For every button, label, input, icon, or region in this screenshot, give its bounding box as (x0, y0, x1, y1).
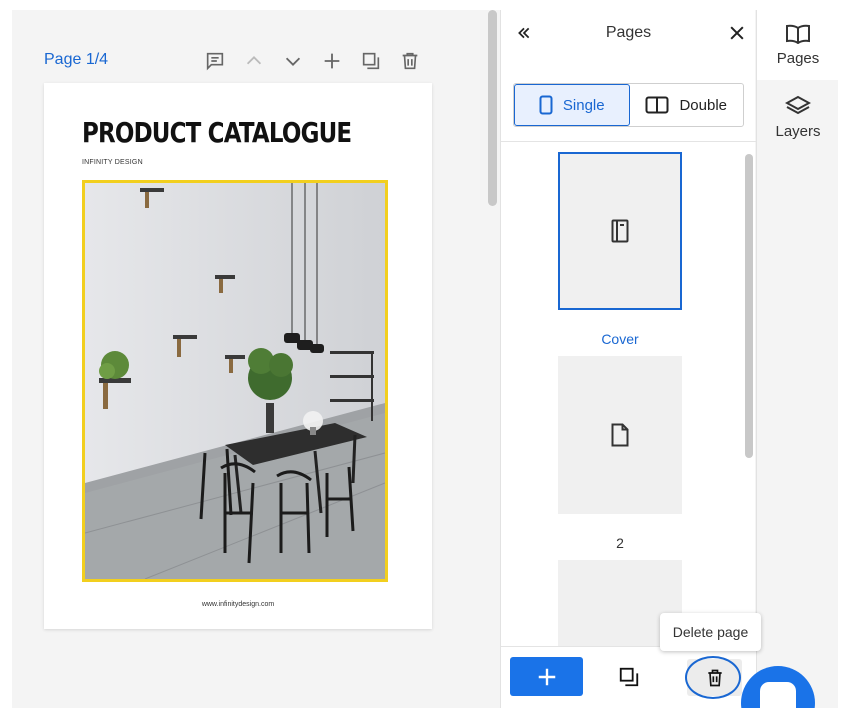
duplicate-page-button[interactable] (609, 659, 649, 695)
thumbnail-page-2[interactable] (558, 356, 682, 514)
double-view-option[interactable]: Double (630, 84, 744, 126)
page-thumbnails: Cover 2 (501, 142, 756, 646)
interior-photo (85, 183, 385, 579)
trash-icon (707, 669, 722, 686)
single-view-option[interactable]: Single (514, 84, 630, 126)
page-indicator: Page 1/4 (44, 51, 109, 68)
pages-panel: Pages Single Double Cover 2 (500, 10, 756, 708)
rail-item-pages[interactable]: Pages (757, 10, 838, 80)
chat-icon (760, 682, 796, 708)
app-window: Page 1/4 PRODUCT CATALOGUE INFINITY DESI… (12, 10, 838, 708)
plus-icon (324, 53, 339, 69)
right-rail: Pages Layers (756, 10, 838, 708)
catalogue-url[interactable]: www.infinitydesign.com (44, 601, 432, 608)
double-view-label: Double (679, 96, 728, 114)
rail-label-layers: Layers (775, 122, 821, 140)
trash-icon (402, 52, 417, 70)
move-page-down-button[interactable] (273, 46, 312, 76)
add-page-toolbar-button[interactable] (312, 46, 351, 76)
rail-label-pages: Pages (776, 49, 820, 67)
catalogue-title[interactable]: PRODUCT CATALOGUE (82, 116, 352, 149)
catalogue-photo[interactable] (82, 180, 388, 582)
page-toolbar (195, 46, 429, 76)
thumbnails-scrollbar[interactable] (745, 154, 753, 458)
delete-page-button[interactable] (687, 659, 742, 696)
thumbnail-cover[interactable] (558, 152, 682, 310)
panel-header: Pages (501, 10, 756, 56)
plus-icon (538, 668, 555, 685)
single-view-label: Single (562, 96, 605, 114)
thumbnail-label-cover: Cover (601, 331, 639, 347)
duplicate-icon (619, 667, 639, 687)
delete-page-toolbar-button[interactable] (390, 46, 429, 76)
view-mode-toggle: Single Double (513, 83, 744, 127)
book-open-icon (786, 24, 810, 44)
delete-page-tooltip: Delete page (660, 613, 761, 651)
chevron-down-icon (285, 57, 300, 66)
close-icon (730, 26, 744, 40)
page-icon (611, 423, 629, 447)
page-canvas[interactable]: PRODUCT CATALOGUE INFINITY DESIGN www.in… (44, 83, 432, 629)
duplicate-icon (362, 52, 379, 70)
editor-scrollbar[interactable] (488, 10, 497, 206)
page-notes-button[interactable] (195, 46, 234, 76)
thumbnail-label-2: 2 (616, 535, 624, 551)
editor-area: Page 1/4 PRODUCT CATALOGUE INFINITY DESI… (12, 10, 487, 708)
single-page-icon (539, 95, 553, 115)
panel-title: Pages (605, 24, 652, 41)
cover-page-icon (611, 219, 629, 243)
layers-icon (785, 95, 811, 114)
close-panel-button[interactable] (725, 21, 749, 45)
panel-footer (501, 646, 756, 708)
duplicate-page-toolbar-button[interactable] (351, 46, 390, 76)
catalogue-subtitle[interactable]: INFINITY DESIGN (82, 159, 143, 166)
move-page-up-button[interactable] (234, 46, 273, 76)
rail-item-layers[interactable]: Layers (757, 82, 838, 152)
add-page-button[interactable] (510, 657, 583, 696)
comment-icon (206, 52, 223, 71)
chevron-up-icon (246, 56, 261, 65)
double-page-icon (645, 96, 669, 114)
